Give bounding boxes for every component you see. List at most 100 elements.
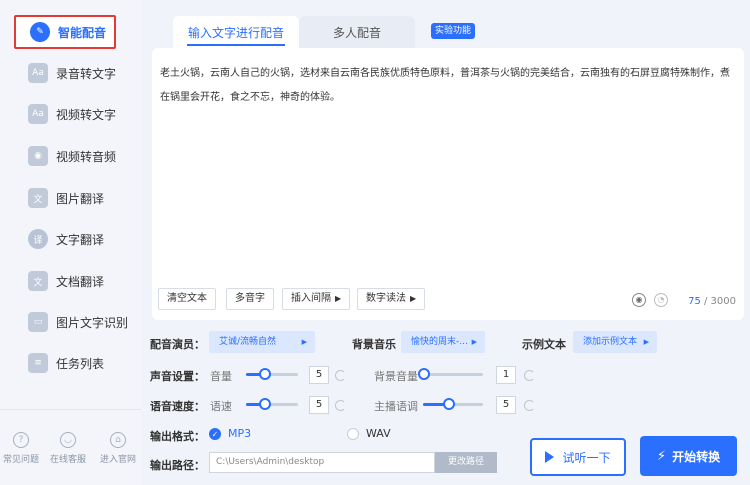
sample-text-select[interactable]: 添加示例文本 ▶ [573, 331, 657, 353]
sidebar-item-ocr[interactable]: ▭ 图片文字识别 [14, 305, 128, 339]
sidebar-item-label: 文字翻译 [56, 232, 105, 247]
char-counter: 75 / 3000 [688, 296, 736, 307]
sidebar-item-text-translate[interactable]: 译 文字翻译 [14, 222, 116, 256]
tab-multi-voice[interactable]: 多人配音 [299, 16, 415, 48]
sidebar-item-label: 任务列表 [56, 356, 105, 371]
sidebar-item-label: 视频转文字 [56, 107, 117, 122]
start-convert-button[interactable]: ⚡ 开始转换 [640, 436, 737, 476]
sidebar-item-label: 文档翻译 [56, 274, 105, 289]
tab-text-dubbing[interactable]: 输入文字进行配音 [173, 16, 299, 48]
char-count-max: / 3000 [700, 296, 736, 307]
pitch-slider-knob[interactable] [443, 398, 456, 410]
number-read-label: 数字读法 [366, 293, 406, 304]
bgm-select[interactable]: 愉快的周末-... ▶ [401, 331, 485, 353]
polyphone-button[interactable]: 多音字 [226, 288, 274, 310]
sidebar-item-video-to-audio[interactable]: ◉ 视频转音频 [14, 139, 116, 173]
voice-actor-label: 配音演员： [150, 338, 205, 351]
text-editor[interactable]: 老土火锅，云南人自己的火锅，选材来自云南各民族优质特色原料，普洱茶与火锅的完美结… [152, 48, 744, 320]
mic-icon: ✎ [30, 22, 50, 42]
bgm-label: 背景音乐 [352, 338, 396, 351]
char-count-current: 75 [688, 296, 701, 307]
experimental-badge: 实验功能 [431, 23, 476, 39]
task-list-icon: ≡ [28, 353, 48, 373]
sidebar-item-image-translate[interactable]: 文 图片翻译 [14, 181, 116, 215]
sidebar-item-audio-to-text[interactable]: Aa 录音转文字 [14, 56, 116, 90]
tab-label: 多人配音 [332, 26, 381, 40]
caret-right-icon: ▶ [471, 338, 477, 346]
rate-slider[interactable] [246, 398, 298, 410]
pitch-value[interactable]: 5 [496, 396, 516, 414]
caret-right-icon: ▶ [643, 338, 649, 346]
preview-button[interactable]: 试听一下 [530, 438, 626, 476]
insert-pause-button[interactable]: 插入间隔 ▶ [282, 288, 351, 310]
number-read-button[interactable]: 数字读法 ▶ [357, 288, 426, 310]
volume-slider[interactable] [246, 368, 298, 380]
format-wav-radio[interactable] [347, 428, 359, 440]
clear-text-button[interactable]: 清空文本 [158, 288, 216, 310]
sidebar-item-label: 视频转音频 [56, 149, 117, 164]
video-to-text-icon: Aa [28, 104, 48, 124]
sidebar-item-smart-dubbing[interactable]: ✎ 智能配音 [14, 15, 116, 49]
website-link[interactable]: ⌂ 进入官网 [95, 432, 141, 465]
text-translate-icon: 译 [28, 229, 48, 249]
sidebar-item-task-list[interactable]: ≡ 任务列表 [14, 346, 116, 380]
volume-value[interactable]: 5 [309, 366, 329, 384]
voice-actor-select[interactable]: 艾诚/流畅自然 ▶ [209, 331, 315, 353]
voice-actor-value: 艾诚/流畅自然 [219, 337, 277, 347]
faq-link[interactable]: ? 常见问题 [0, 432, 44, 465]
website-icon: ⌂ [110, 432, 126, 448]
sidebar-item-doc-translate[interactable]: 文 文档翻译 [14, 264, 116, 298]
caret-right-icon: ▶ [301, 338, 307, 346]
speed-icon[interactable]: ◔ [654, 293, 668, 307]
caret-right-icon: ▶ [335, 294, 342, 303]
image-translate-icon: 文 [28, 188, 48, 208]
faq-label: 常见问题 [2, 455, 39, 465]
sample-text-label: 示例文本 [522, 338, 566, 351]
doc-translate-icon: 文 [28, 271, 48, 291]
sidebar-item-label: 图片翻译 [56, 191, 105, 206]
tab-bar: 输入文字进行配音 多人配音 实验功能 [173, 16, 531, 48]
sidebar-item-label: 图片文字识别 [56, 315, 129, 330]
voice-toggle-icon[interactable]: ◉ [632, 293, 646, 307]
output-path-label: 输出路径： [150, 459, 205, 472]
format-wav-label[interactable]: WAV [366, 427, 391, 440]
editor-text[interactable]: 老土火锅，云南人自己的火锅，选材来自云南各民族优质特色原料，普洱茶与火锅的完美结… [160, 62, 734, 110]
start-convert-label: 开始转换 [672, 449, 721, 464]
change-path-button[interactable]: 更改路径 [435, 452, 497, 473]
online-support-link[interactable]: ◡ 在线客服 [45, 432, 91, 465]
volume-label: 音量 [210, 370, 232, 383]
online-support-label: 在线客服 [49, 455, 86, 465]
format-mp3-radio[interactable]: ✓ [209, 428, 221, 440]
volume-slider-knob[interactable] [258, 368, 271, 380]
bg-volume-value[interactable]: 1 [496, 366, 516, 384]
bg-volume-slider-knob[interactable] [418, 368, 431, 380]
tab-underline [187, 44, 285, 46]
caret-right-icon: ▶ [410, 294, 417, 303]
ocr-icon: ▭ [28, 312, 48, 332]
sidebar-item-label: 智能配音 [58, 25, 107, 40]
rate-value[interactable]: 5 [309, 396, 329, 414]
play-icon [545, 451, 555, 463]
reset-icon[interactable] [335, 370, 346, 381]
pitch-slider[interactable] [423, 398, 483, 410]
question-icon: ? [13, 432, 29, 448]
bg-volume-label: 背景音量 [374, 370, 418, 383]
audio-to-text-icon: Aa [28, 63, 48, 83]
format-mp3-label[interactable]: MP3 [228, 427, 251, 440]
reset-icon[interactable] [524, 400, 535, 411]
output-path-input[interactable]: C:\Users\Admin\desktop [209, 452, 435, 473]
reset-icon[interactable] [524, 370, 535, 381]
bg-volume-slider[interactable] [418, 368, 483, 380]
rate-slider-knob[interactable] [258, 398, 271, 410]
preview-label: 试听一下 [562, 450, 611, 465]
main-panel: 输入文字进行配音 多人配音 实验功能 老土火锅，云南人自己的火锅，选材来自云南各… [141, 0, 750, 485]
tab-label: 输入文字进行配音 [187, 26, 284, 40]
bgm-value: 愉快的周末-... [411, 337, 468, 347]
sidebar-item-label: 录音转文字 [56, 66, 117, 81]
output-format-label: 输出格式： [150, 430, 205, 443]
video-to-audio-icon: ◉ [28, 146, 48, 166]
reset-icon[interactable] [335, 400, 346, 411]
sample-text-value: 添加示例文本 [583, 337, 638, 347]
sidebar-item-video-to-text[interactable]: Aa 视频转文字 [14, 97, 116, 131]
sound-settings-label: 声音设置： [150, 370, 205, 383]
